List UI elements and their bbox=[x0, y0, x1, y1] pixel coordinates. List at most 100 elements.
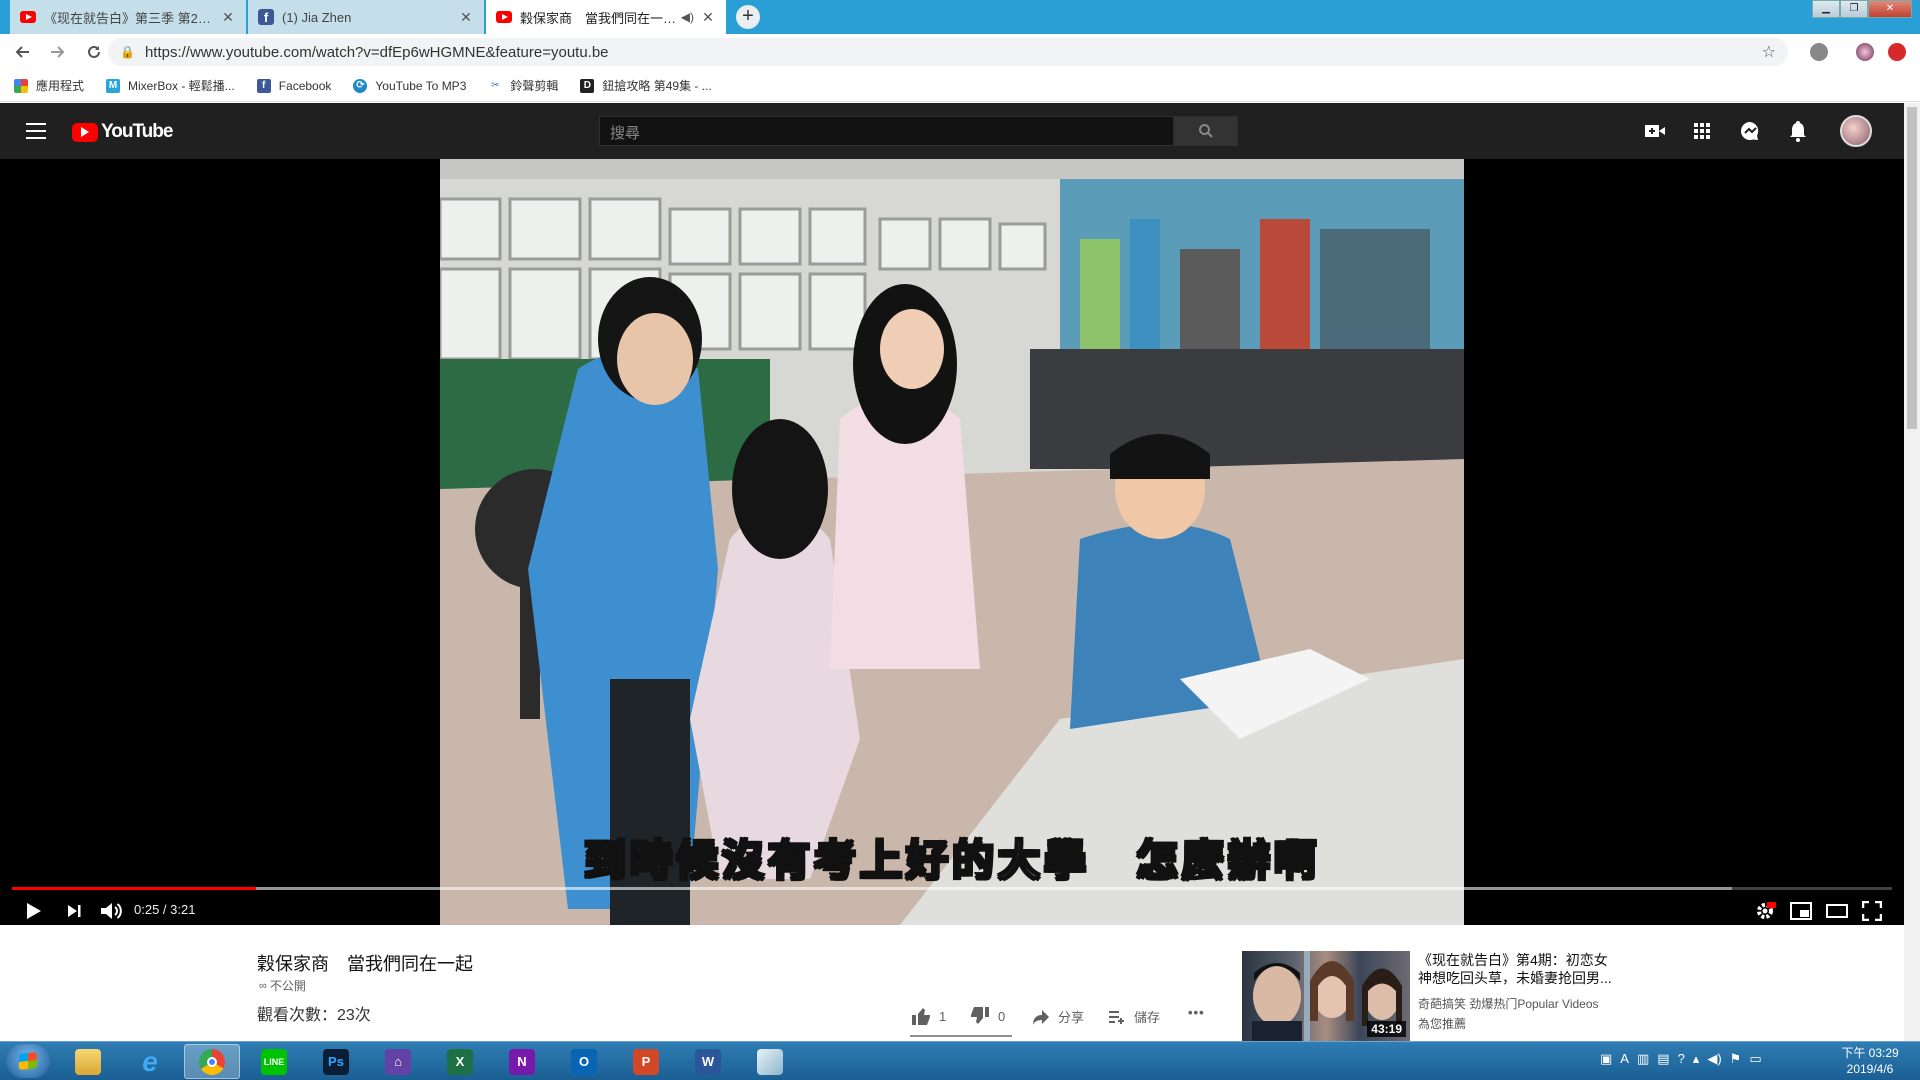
view-count: 觀看次數：23次 bbox=[257, 1007, 371, 1024]
messages-icon[interactable] bbox=[1738, 119, 1762, 143]
player-controls: 0:25 / 3:21 bbox=[0, 897, 1904, 925]
taskbar-photoshop[interactable]: Ps bbox=[308, 1044, 364, 1079]
mixerbox-icon: M bbox=[106, 78, 121, 93]
bookmark-facebook[interactable]: f Facebook bbox=[256, 78, 331, 93]
like-ratio-bar bbox=[910, 1035, 1012, 1037]
next-icon[interactable] bbox=[66, 897, 82, 925]
maximize-icon[interactable]: ❐ bbox=[1840, 0, 1868, 18]
powerpoint-icon: P bbox=[633, 1048, 659, 1075]
avatar[interactable] bbox=[1840, 115, 1872, 147]
tab-title: 穀保家商 當我們同在一起 - bbox=[520, 10, 681, 26]
close-icon[interactable]: ✕ bbox=[220, 9, 236, 26]
profile-icon[interactable] bbox=[1856, 43, 1874, 61]
playlist-add-icon bbox=[1109, 1010, 1124, 1024]
line-icon: LINE bbox=[261, 1048, 287, 1075]
help-icon[interactable]: ? bbox=[1678, 1051, 1685, 1067]
windows-start-icon[interactable] bbox=[6, 1044, 50, 1078]
minimize-icon[interactable]: ▁ bbox=[1812, 0, 1840, 18]
taskbar-explorer[interactable] bbox=[60, 1044, 116, 1079]
bookmark-dcard[interactable]: D 鈕搶攻略 第49集 - ... bbox=[580, 77, 712, 94]
youtube-favicon-icon bbox=[496, 11, 512, 23]
apps-grid-icon[interactable] bbox=[1690, 119, 1714, 143]
dislike-count: 0 bbox=[998, 1008, 1006, 1024]
theater-mode-icon[interactable] bbox=[1826, 897, 1848, 925]
hamburger-menu-icon[interactable] bbox=[26, 123, 46, 139]
like-button[interactable]: 1 bbox=[911, 1007, 946, 1025]
page-scrollbar[interactable] bbox=[1904, 103, 1920, 1041]
close-window-icon[interactable]: ✕ bbox=[1868, 0, 1912, 18]
taskbar-outlook[interactable]: O bbox=[556, 1044, 612, 1079]
taskbar-notes[interactable] bbox=[742, 1044, 798, 1079]
play-icon[interactable] bbox=[24, 897, 42, 925]
recommended-channel[interactable]: 奇葩搞笑 劲爆热门Popular Videos bbox=[1418, 995, 1599, 1012]
search-button[interactable] bbox=[1174, 116, 1238, 146]
url-text: https://www.youtube.com/watch?v=dfEp6wHG… bbox=[144, 43, 609, 61]
bookmark-ringtone[interactable]: ✂ 鈴聲剪輯 bbox=[488, 77, 558, 94]
tray-expand-icon[interactable]: ▴ bbox=[1693, 1051, 1700, 1067]
tab-title: (1) Jia Zhen bbox=[282, 9, 352, 25]
share-label: 分享 bbox=[1058, 1010, 1085, 1025]
extension-red-icon[interactable] bbox=[1888, 43, 1906, 61]
word-icon: W bbox=[695, 1048, 721, 1075]
taskbar-ie[interactable]: e bbox=[122, 1044, 178, 1079]
taskbar-excel[interactable]: X bbox=[432, 1044, 488, 1079]
taskbar-twitch[interactable]: ⌂ bbox=[370, 1044, 426, 1079]
volume-tray-icon[interactable]: ◀) bbox=[1707, 1051, 1721, 1067]
taskbar-onenote[interactable]: N bbox=[494, 1044, 550, 1079]
youtube-logo[interactable]: YouTube bbox=[72, 121, 173, 143]
address-bar[interactable]: 🔒 https://www.youtube.com/watch?v=dfEp6w… bbox=[108, 38, 1788, 66]
progress-bar[interactable] bbox=[12, 887, 1892, 890]
more-actions-icon[interactable]: ••• bbox=[1188, 1005, 1205, 1020]
new-tab-button[interactable]: + bbox=[736, 5, 760, 29]
video-player[interactable]: 到時候沒有考上好的大學 怎麼辦啊 0:25 / 3:21 bbox=[0, 159, 1904, 925]
taskbar-word[interactable]: W bbox=[680, 1044, 736, 1079]
input-method-icon[interactable]: A bbox=[1620, 1051, 1629, 1067]
search-input[interactable]: 搜尋 bbox=[599, 116, 1174, 146]
settings-gear-icon[interactable] bbox=[1754, 897, 1776, 925]
youtube-favicon-icon bbox=[20, 11, 36, 23]
scrollbar-thumb[interactable] bbox=[1907, 107, 1917, 429]
system-clock[interactable]: 下午 03:29 2019/4/6 bbox=[1830, 1045, 1910, 1077]
tray-app-icon[interactable]: ▣ bbox=[1600, 1051, 1612, 1067]
bookmark-apps[interactable]: 應用程式 bbox=[14, 77, 84, 94]
share-button[interactable]: 分享 bbox=[1032, 1007, 1084, 1026]
fullscreen-icon[interactable] bbox=[1862, 897, 1882, 925]
tray-window-icon[interactable]: ▥ bbox=[1637, 1051, 1649, 1067]
taskbar-line[interactable]: LINE bbox=[246, 1044, 302, 1079]
video-title: 穀保家商 當我們同在一起 bbox=[257, 954, 473, 974]
forward-icon[interactable] bbox=[44, 38, 72, 66]
tab-1[interactable]: 《现在就告白》第三季 第2期：男 ✕ bbox=[10, 0, 246, 34]
recommended-video[interactable]: 43:19 《现在就告白》第4期：初恋女神想吃回头草，未婚妻抢回男... 奇葩搞… bbox=[1242, 951, 1762, 1041]
back-icon[interactable] bbox=[8, 38, 36, 66]
bookmark-ytmp3[interactable]: ⟳ YouTube To MP3 bbox=[353, 78, 466, 93]
speaker-icon[interactable]: ◀) bbox=[681, 10, 694, 24]
volume-icon[interactable] bbox=[100, 897, 122, 925]
window-controls: ▁ ❐ ✕ bbox=[1812, 0, 1912, 18]
chrome-icon bbox=[199, 1048, 225, 1075]
recommended-title[interactable]: 《现在就告白》第4期：初恋女神想吃回头草，未婚妻抢回男... bbox=[1418, 951, 1618, 987]
bookmark-star-icon[interactable]: ☆ bbox=[1762, 42, 1776, 62]
tab-2[interactable]: f (1) Jia Zhen ✕ bbox=[248, 0, 484, 34]
save-button[interactable]: 儲存 bbox=[1108, 1007, 1160, 1026]
dcard-icon: D bbox=[580, 78, 595, 93]
extension-icon[interactable] bbox=[1810, 43, 1828, 61]
bookmark-mixerbox[interactable]: M MixerBox - 輕鬆播... bbox=[106, 77, 235, 94]
ringtone-icon: ✂ bbox=[488, 78, 503, 93]
close-icon[interactable]: ✕ bbox=[700, 9, 716, 26]
flag-icon[interactable]: ⚑ bbox=[1730, 1051, 1742, 1067]
reload-icon[interactable] bbox=[80, 38, 108, 66]
recommended-thumbnail[interactable]: 43:19 bbox=[1242, 951, 1410, 1041]
create-video-icon[interactable] bbox=[1643, 119, 1667, 143]
taskbar-chrome[interactable] bbox=[184, 1044, 240, 1079]
miniplayer-icon[interactable] bbox=[1790, 897, 1812, 925]
video-frame[interactable]: 到時候沒有考上好的大學 怎麼辦啊 bbox=[440, 159, 1464, 925]
browser-tab-strip: 《现在就告白》第三季 第2期：男 ✕ f (1) Jia Zhen ✕ 穀保家商… bbox=[0, 0, 1920, 34]
close-icon[interactable]: ✕ bbox=[458, 9, 474, 26]
dislike-button[interactable]: 0 bbox=[970, 1007, 1005, 1025]
taskbar-powerpoint[interactable]: P bbox=[618, 1044, 674, 1079]
tab-3-active[interactable]: 穀保家商 當我們同在一起 - ◀) ✕ bbox=[486, 0, 726, 34]
system-tray: ▣ A ▥ ▤ ? ▴ ◀) ⚑ ▭ bbox=[1600, 1051, 1770, 1067]
network-icon[interactable]: ▭ bbox=[1749, 1051, 1761, 1067]
notifications-bell-icon[interactable] bbox=[1786, 119, 1810, 143]
tray-monitor-icon[interactable]: ▤ bbox=[1657, 1051, 1669, 1067]
